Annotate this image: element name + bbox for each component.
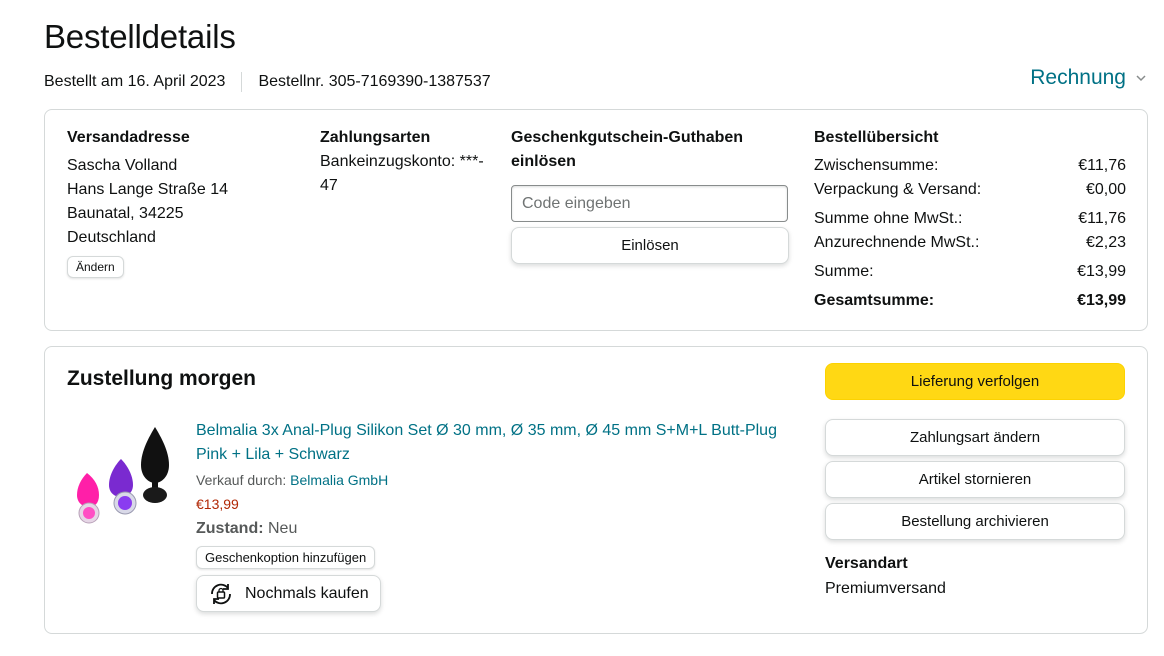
add-gift-option-button[interactable]: Geschenkoption hinzufügen [196,546,376,569]
cancel-item-button[interactable]: Artikel stornieren [825,461,1125,498]
invoice-label: Rechnung [1030,66,1126,89]
payment-method-line: Bankeinzugskonto: ***- [320,153,484,170]
change-address-button[interactable]: Ändern [67,256,124,278]
address-line: Hans Lange Straße 14 [67,181,228,198]
summary-row: Summe: €13,99 [814,260,1126,284]
chevron-down-icon [1136,75,1146,82]
order-meta: Bestellt am 16. April 2023 Bestellnr. 30… [44,72,491,92]
shipping-method-heading: Versandart [825,555,908,572]
sold-by-label: Verkauf durch: [196,472,287,488]
summary-row: Zwischensumme: €11,76 [814,154,1126,178]
order-summary-section: Bestellübersicht Zwischensumme: €11,76 V… [814,126,1126,313]
payment-heading: Zahlungsarten [320,129,431,146]
shipment-card: Zustellung morgen Belmalia 3x Anal-Plug … [44,346,1148,634]
summary-row: Summe ohne MwSt.: €11,76 [814,207,1126,231]
summary-label: Anzurechnende MwSt.: [814,234,980,251]
order-number: Bestellnr. 305-7169390-1387537 [258,73,491,90]
payment-method-line: 47 [320,177,338,194]
page-title: Bestelldetails [44,18,236,55]
archive-order-button[interactable]: Bestellung archivieren [825,503,1125,540]
order-summary-heading: Bestellübersicht [814,129,939,146]
buy-again-label: Nochmals kaufen [245,584,369,602]
sold-by: Verkauf durch: Belmalia GmbH [196,470,796,490]
summary-value: €11,76 [1078,210,1126,227]
shipping-address-heading: Versandadresse [67,129,190,146]
payment-section: Zahlungsarten Bankeinzugskonto: ***- 47 [320,126,500,198]
summary-label: Summe: [814,263,874,280]
address-line: Sascha Volland [67,157,178,174]
shipment-actions: Lieferung verfolgen Zahlungsart ändern A… [825,363,1125,598]
order-date: Bestellt am 16. April 2023 [44,73,226,90]
product-image[interactable] [69,419,185,529]
condition-value: Neu [268,520,298,537]
seller-link[interactable]: Belmalia GmbH [290,472,388,488]
summary-value: €11,76 [1078,157,1126,174]
divider [241,72,243,92]
shipping-method-value: Premiumversand [825,580,946,597]
summary-label: Summe ohne MwSt.: [814,210,963,227]
product-info: Belmalia 3x Anal-Plug Silikon Set Ø 30 m… [196,419,796,612]
summary-row: Verpackung & Versand: €0,00 [814,178,1126,202]
invoice-dropdown[interactable]: Rechnung [1030,66,1146,90]
gift-card-heading: Geschenkgutschein-Guthaben [511,129,744,146]
summary-label: Zwischensumme: [814,157,939,174]
product-title-link[interactable]: Belmalia 3x Anal-Plug Silikon Set Ø 30 m… [196,419,791,467]
shipping-address-section: Versandadresse Sascha Volland Hans Lange… [67,126,297,278]
summary-value: €13,99 [1077,292,1126,309]
summary-value: €13,99 [1077,263,1126,280]
order-info-card: Versandadresse Sascha Volland Hans Lange… [44,109,1148,331]
order-details-page: Bestelldetails Bestellt am 16. April 202… [0,0,1164,656]
summary-label: Gesamtsumme: [814,292,935,309]
summary-label: Verpackung & Versand: [814,181,982,198]
gift-card-heading: einlösen [511,153,576,170]
address-line: Deutschland [67,229,156,246]
buy-again-button[interactable]: Nochmals kaufen [196,575,381,612]
change-payment-button[interactable]: Zahlungsart ändern [825,419,1125,456]
delivery-status-title: Zustellung morgen [67,367,256,390]
product-price: €13,99 [196,496,239,512]
address-line: Baunatal, 34225 [67,205,184,222]
redeem-button[interactable]: Einlösen [511,227,789,264]
grand-total-row: Gesamtsumme: €13,99 [814,289,1126,313]
summary-row: Anzurechnende MwSt.: €2,23 [814,231,1126,255]
product-condition: Zustand: Neu [196,518,796,540]
track-package-button[interactable]: Lieferung verfolgen [825,363,1125,400]
gift-card-section: Geschenkgutschein-Guthaben einlösen Einl… [511,126,789,264]
summary-value: €0,00 [1085,181,1126,198]
condition-label: Zustand: [196,520,264,537]
summary-value: €2,23 [1085,234,1126,251]
buy-again-icon [211,583,231,604]
gift-code-input[interactable] [511,185,788,222]
